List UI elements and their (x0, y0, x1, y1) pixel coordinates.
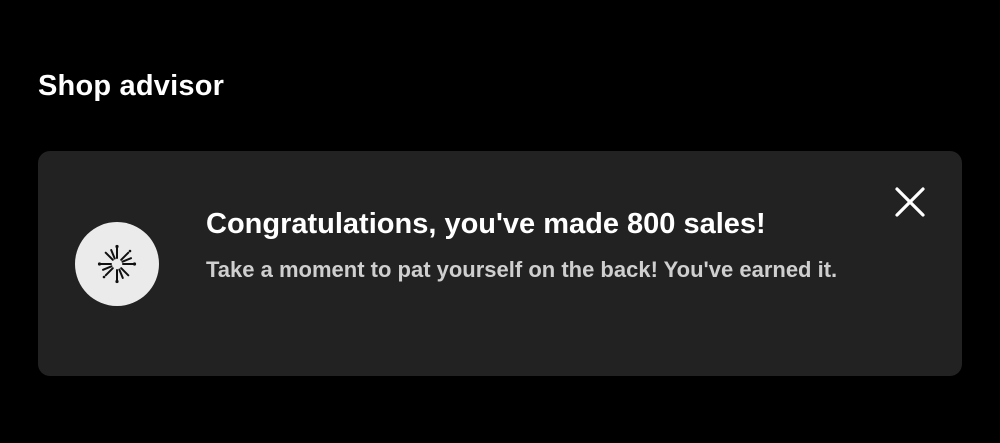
shop-advisor-page: Shop advisor Congratulations, you've mad… (0, 0, 1000, 443)
close-icon (895, 187, 925, 217)
close-button[interactable] (890, 182, 930, 222)
section-title: Shop advisor (38, 70, 225, 102)
milestone-message: Congratulations, you've made 800 sales! … (206, 205, 866, 285)
sales-milestone-card: Congratulations, you've made 800 sales! … (38, 151, 962, 376)
milestone-badge (75, 222, 159, 306)
fireworks-icon (97, 244, 137, 284)
milestone-headline: Congratulations, you've made 800 sales! (206, 208, 766, 240)
milestone-body: Take a moment to pat yourself on the bac… (206, 257, 838, 282)
